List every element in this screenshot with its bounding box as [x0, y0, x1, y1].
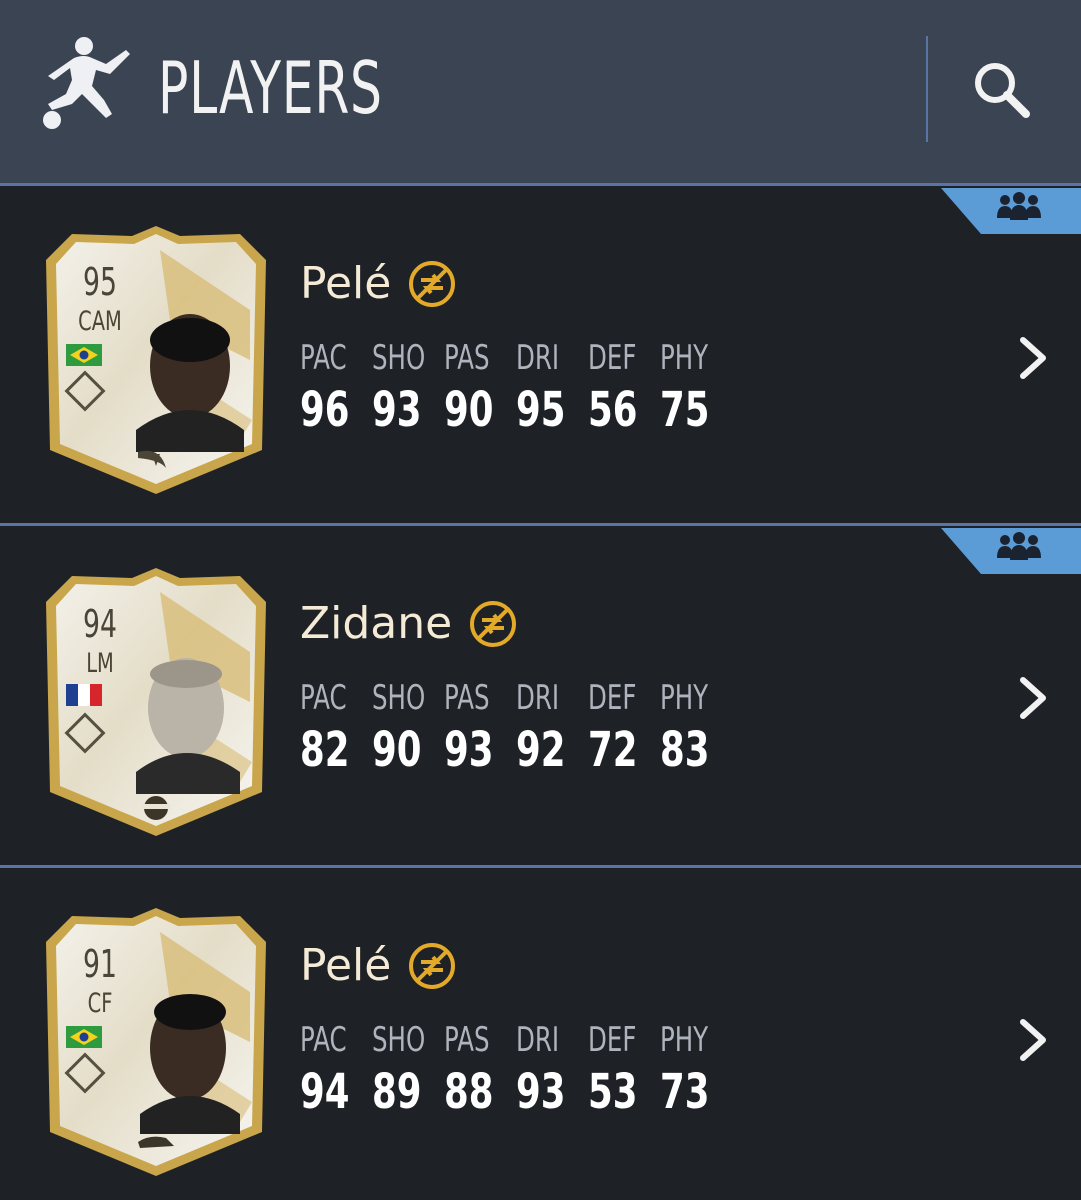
player-name: Pelé [300, 258, 457, 309]
card-rating: 95 [83, 260, 117, 304]
card-position: CAM [78, 306, 122, 337]
stat-phy: PHY 83 [660, 678, 710, 778]
stat-pac: PAC 96 [300, 338, 350, 438]
stat-sho: SHO 90 [372, 678, 426, 778]
header-divider [926, 36, 928, 142]
chevron-right-icon[interactable] [1017, 336, 1051, 380]
squad-tag [941, 528, 1081, 574]
stat-pas: PAS 93 [444, 678, 494, 778]
card-rating: 94 [83, 602, 117, 646]
player-name: Pelé [300, 940, 457, 991]
stat-dri: DRI 92 [516, 678, 566, 778]
chevron-right-icon[interactable] [1017, 1018, 1051, 1062]
search-icon[interactable] [970, 58, 1034, 122]
player-card: 94 LM [40, 562, 272, 842]
stat-pas: PAS 88 [444, 1020, 494, 1120]
app-header: PLAYERS [0, 0, 1081, 186]
player-row[interactable]: 95 CAM Pelé PAC 96 SHO 93 PAS 90 DRI 95 DEF 5… [0, 186, 1081, 526]
chevron-right-icon[interactable] [1017, 676, 1051, 720]
stat-phy: PHY 75 [660, 338, 710, 438]
card-position: LM [86, 648, 114, 679]
stat-def: DEF 72 [588, 678, 638, 778]
page-title: PLAYERS [158, 46, 383, 130]
squad-tag [941, 188, 1081, 234]
untradeable-icon [409, 260, 456, 307]
stat-pas: PAS 90 [444, 338, 494, 438]
stat-sho: SHO 93 [372, 338, 426, 438]
stat-phy: PHY 73 [660, 1020, 710, 1120]
football-player-icon [43, 37, 130, 129]
stat-pac: PAC 94 [300, 1020, 350, 1120]
player-row[interactable]: 94 LM Zidane PAC 82 SHO 90 PAS 93 DRI 92 DEF… [0, 526, 1081, 868]
player-name: Zidane [300, 598, 518, 649]
player-name-text: Zidane [300, 598, 453, 649]
stat-pac: PAC 82 [300, 678, 350, 778]
player-card: 91 CF [40, 902, 272, 1182]
stat-def: DEF 56 [588, 338, 638, 438]
player-card: 95 CAM [40, 220, 272, 500]
stat-dri: DRI 95 [516, 338, 566, 438]
player-row[interactable]: 91 CF Pelé PAC 94 SHO 89 PAS 88 DRI 93 DEF 53… [0, 868, 1081, 1200]
player-stats: PAC 94 SHO 89 PAS 88 DRI 93 DEF 53 PHY 73 [300, 1020, 732, 1130]
stat-dri: DRI 93 [516, 1020, 566, 1120]
stat-sho: SHO 89 [372, 1020, 426, 1120]
stat-def: DEF 53 [588, 1020, 638, 1120]
player-stats: PAC 96 SHO 93 PAS 90 DRI 95 DEF 56 PHY 75 [300, 338, 732, 448]
card-rating: 91 [83, 942, 117, 986]
card-position: CF [87, 988, 113, 1019]
untradeable-icon [409, 942, 456, 989]
player-stats: PAC 82 SHO 90 PAS 93 DRI 92 DEF 72 PHY 83 [300, 678, 732, 788]
player-name-text: Pelé [300, 258, 392, 309]
player-name-text: Pelé [300, 940, 392, 991]
untradeable-icon [470, 600, 517, 647]
